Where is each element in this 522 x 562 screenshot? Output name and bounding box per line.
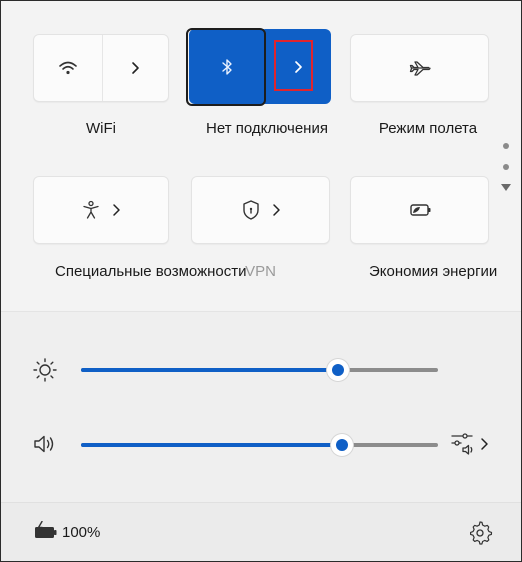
wifi-label: WiFi (86, 120, 116, 137)
chevron-right-icon (113, 204, 120, 216)
accessibility-tile[interactable] (33, 176, 169, 244)
audio-output-button[interactable] (449, 431, 495, 457)
volume-slider-fill (81, 443, 342, 447)
airplane-icon (409, 61, 431, 76)
gear-icon (470, 521, 493, 545)
brightness-slider-fill (81, 368, 338, 372)
settings-button[interactable] (467, 520, 493, 546)
chevron-right-icon (132, 62, 140, 74)
accessibility-icon (83, 200, 99, 219)
battery-percentage: 100% (62, 524, 101, 541)
wifi-tile (33, 34, 169, 102)
bluetooth-label: Нет подключения (206, 120, 328, 137)
airplane-mode-tile[interactable] (350, 34, 489, 102)
volume-slider[interactable] (81, 443, 438, 447)
vpn-label: VPN (245, 263, 276, 280)
bluetooth-expand-button[interactable] (265, 29, 331, 104)
brightness-icon (33, 358, 57, 382)
brightness-slider[interactable] (81, 368, 438, 372)
battery-saver-icon (409, 204, 430, 216)
pager-dot[interactable] (503, 164, 509, 170)
chevron-down-icon[interactable] (501, 184, 511, 191)
bluetooth-toggle[interactable] (189, 29, 264, 104)
chevron-right-icon (481, 438, 488, 450)
bluetooth-tile (189, 29, 331, 104)
brightness-slider-thumb[interactable] (327, 359, 349, 381)
volume-slider-thumb[interactable] (331, 434, 353, 456)
wifi-toggle[interactable] (34, 35, 102, 101)
chevron-right-icon (295, 60, 302, 73)
wifi-icon (58, 61, 77, 75)
sliders-section (1, 312, 521, 502)
pager-dot[interactable] (503, 143, 509, 149)
chevron-right-icon (272, 204, 280, 216)
bluetooth-icon (221, 58, 232, 75)
battery-charging-icon (35, 521, 57, 538)
vpn-tile[interactable] (191, 176, 330, 244)
quick-actions-grid: WiFi Нет подключения Режим полета Специа… (1, 1, 521, 311)
wifi-expand-button[interactable] (103, 35, 169, 101)
shield-icon (242, 200, 259, 220)
airplane-mode-label: Режим полета (378, 120, 478, 137)
audio-output-icon (451, 433, 473, 455)
quick-settings-panel: WiFi Нет подключения Режим полета Специа… (0, 0, 522, 562)
status-footer: 100% (1, 502, 521, 561)
energy-saver-tile[interactable] (350, 176, 489, 244)
energy-saver-label: Экономия энергии (369, 263, 498, 280)
speaker-icon (34, 435, 54, 453)
